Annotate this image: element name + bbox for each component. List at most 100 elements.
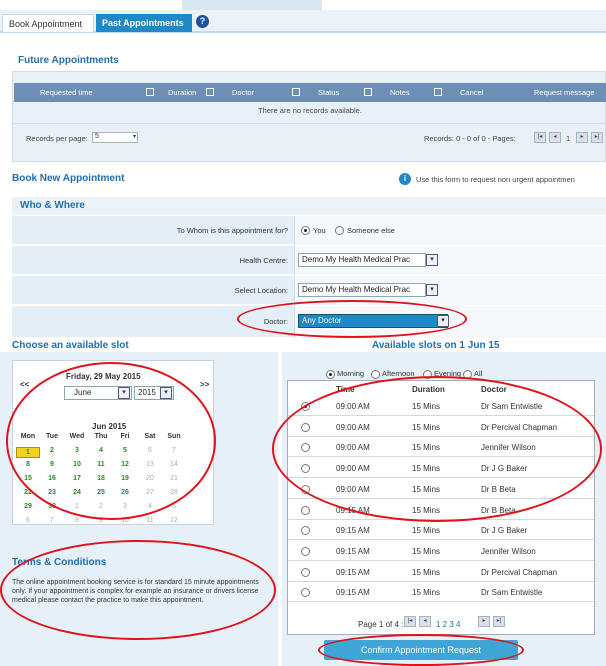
calendar-day[interactable]: 1 bbox=[65, 503, 89, 510]
records-per-page-select[interactable]: 5 ▾ bbox=[92, 132, 138, 143]
sort-icon[interactable] bbox=[364, 88, 372, 96]
calendar-day[interactable]: 15 bbox=[16, 475, 40, 482]
slot-radio[interactable] bbox=[301, 505, 310, 515]
calendar-day[interactable]: 28 bbox=[162, 489, 186, 496]
calendar-day[interactable]: 13 bbox=[138, 461, 162, 468]
calendar-day[interactable]: 6 bbox=[138, 447, 162, 454]
chevron-down-icon[interactable]: ▾ bbox=[160, 387, 172, 399]
next-page-button[interactable]: ▸ bbox=[478, 616, 490, 627]
chevron-down-icon[interactable]: ▾ bbox=[118, 387, 130, 399]
chevron-down-icon[interactable]: ▾ bbox=[437, 315, 449, 327]
prev-page-button[interactable]: ◂ bbox=[419, 616, 431, 627]
calendar-prev-button[interactable]: << bbox=[20, 380, 29, 389]
slot-radio[interactable] bbox=[301, 546, 310, 556]
page-links[interactable]: 1 2 3 4 bbox=[436, 620, 460, 629]
first-page-button[interactable]: |◂ bbox=[534, 132, 546, 143]
slot-row[interactable]: 09:15 AM 15 Mins Dr B Beta bbox=[288, 500, 594, 520]
confirm-appointment-button[interactable]: Confirm Appointment Request bbox=[324, 640, 518, 660]
calendar-day[interactable]: 1 bbox=[16, 447, 40, 458]
slot-radio[interactable] bbox=[301, 526, 310, 536]
slot-row[interactable]: 09:15 AM 15 Mins Dr J G Baker bbox=[288, 521, 594, 541]
calendar-day[interactable]: 11 bbox=[138, 517, 162, 524]
slot-radio[interactable] bbox=[301, 567, 310, 577]
doctor-select[interactable]: Any Doctor bbox=[298, 314, 448, 328]
current-page[interactable]: 1 bbox=[566, 134, 570, 143]
calendar-day[interactable]: 19 bbox=[113, 475, 137, 482]
calendar-day[interactable]: 5 bbox=[113, 447, 137, 454]
calendar-day[interactable]: 21 bbox=[162, 475, 186, 482]
slot-radio[interactable] bbox=[301, 588, 310, 598]
sort-icon[interactable] bbox=[206, 88, 214, 96]
next-page-button[interactable]: ▸ bbox=[576, 132, 588, 143]
calendar-day[interactable]: 16 bbox=[40, 475, 64, 482]
sort-icon[interactable] bbox=[146, 88, 154, 96]
calendar-day[interactable]: 12 bbox=[113, 461, 137, 468]
calendar-day[interactable]: 8 bbox=[16, 461, 40, 468]
slot-radio[interactable] bbox=[301, 402, 310, 411]
radio-afternoon[interactable] bbox=[371, 370, 380, 379]
calendar-day[interactable]: 4 bbox=[138, 503, 162, 510]
calendar-day[interactable]: 10 bbox=[113, 517, 137, 524]
radio-someone-else[interactable] bbox=[335, 226, 344, 235]
tab-past-appointments[interactable]: Past Appointments bbox=[96, 14, 192, 32]
calendar-day[interactable]: 2 bbox=[89, 503, 113, 510]
radio-evening[interactable] bbox=[423, 370, 432, 379]
prev-page-button[interactable]: ◂ bbox=[549, 132, 561, 143]
col-request-message[interactable]: Request message bbox=[534, 88, 594, 97]
sort-icon[interactable] bbox=[434, 88, 442, 96]
col-cancel[interactable]: Cancel bbox=[460, 88, 483, 97]
calendar-day[interactable]: 20 bbox=[138, 475, 162, 482]
slot-row[interactable]: 09:00 AM 15 Mins Dr Sam Entwistle bbox=[288, 397, 594, 416]
slot-row[interactable]: 09:00 AM 15 Mins Jennifer Wilson bbox=[288, 438, 594, 458]
calendar-day[interactable]: 18 bbox=[89, 475, 113, 482]
calendar-day[interactable]: 6 bbox=[16, 517, 40, 524]
calendar-day[interactable]: 30 bbox=[40, 503, 64, 510]
col-duration[interactable]: Duration bbox=[168, 88, 196, 97]
chevron-down-icon[interactable]: ▾ bbox=[426, 254, 438, 266]
help-icon[interactable]: ? bbox=[196, 15, 209, 28]
last-page-button[interactable]: ▸| bbox=[493, 616, 505, 627]
calendar-day[interactable]: 9 bbox=[89, 517, 113, 524]
calendar-day[interactable]: 12 bbox=[162, 517, 186, 524]
slot-row[interactable]: 09:00 AM 15 Mins Dr Percival Chapman bbox=[288, 417, 594, 437]
slot-row[interactable]: 09:00 AM 15 Mins Dr J G Baker bbox=[288, 459, 594, 479]
calendar-day[interactable]: 25 bbox=[89, 489, 113, 496]
calendar-day[interactable]: 23 bbox=[40, 489, 64, 496]
radio-all[interactable] bbox=[463, 370, 472, 379]
tab-book-appointment[interactable]: Book Appointment bbox=[2, 14, 94, 32]
calendar-day[interactable]: 14 bbox=[162, 461, 186, 468]
calendar-day[interactable]: 11 bbox=[89, 461, 113, 468]
calendar-day[interactable]: 22 bbox=[16, 489, 40, 496]
chevron-down-icon[interactable]: ▾ bbox=[426, 284, 438, 296]
sort-icon[interactable] bbox=[292, 88, 300, 96]
calendar-day[interactable]: 4 bbox=[89, 447, 113, 454]
slot-radio[interactable] bbox=[301, 443, 310, 453]
col-doctor[interactable]: Doctor bbox=[232, 88, 254, 97]
slot-radio[interactable] bbox=[301, 464, 310, 474]
radio-morning[interactable] bbox=[326, 370, 335, 379]
slot-radio[interactable] bbox=[301, 422, 310, 432]
col-notes[interactable]: Notes bbox=[390, 88, 410, 97]
calendar-day[interactable]: 2 bbox=[40, 447, 64, 454]
health-centre-select[interactable]: Demo My Health Medical Prac bbox=[298, 253, 426, 267]
slot-row[interactable]: 09:00 AM 15 Mins Dr B Beta bbox=[288, 479, 594, 499]
first-page-button[interactable]: |◂ bbox=[404, 616, 416, 627]
col-requested-time[interactable]: Requested time bbox=[40, 88, 93, 97]
radio-you[interactable] bbox=[301, 226, 310, 235]
col-status[interactable]: Status bbox=[318, 88, 339, 97]
slot-row[interactable]: 09:15 AM 15 Mins Dr Sam Entwistle bbox=[288, 583, 594, 603]
calendar-day[interactable]: 17 bbox=[65, 475, 89, 482]
calendar-day[interactable]: 7 bbox=[40, 517, 64, 524]
slot-radio[interactable] bbox=[301, 484, 310, 494]
calendar-day[interactable]: 10 bbox=[65, 461, 89, 468]
location-select[interactable]: Demo My Health Medical Prac bbox=[298, 283, 426, 297]
calendar-day[interactable]: 9 bbox=[40, 461, 64, 468]
calendar-day[interactable]: 24 bbox=[65, 489, 89, 496]
calendar-next-button[interactable]: >> bbox=[200, 380, 209, 389]
slot-row[interactable]: 09:15 AM 15 Mins Jennifer Wilson bbox=[288, 541, 594, 561]
calendar-day[interactable]: 5 bbox=[162, 503, 186, 510]
calendar-day[interactable]: 3 bbox=[65, 447, 89, 454]
calendar-day[interactable]: 8 bbox=[65, 517, 89, 524]
calendar-day[interactable]: 7 bbox=[162, 447, 186, 454]
calendar-day[interactable]: 27 bbox=[138, 489, 162, 496]
